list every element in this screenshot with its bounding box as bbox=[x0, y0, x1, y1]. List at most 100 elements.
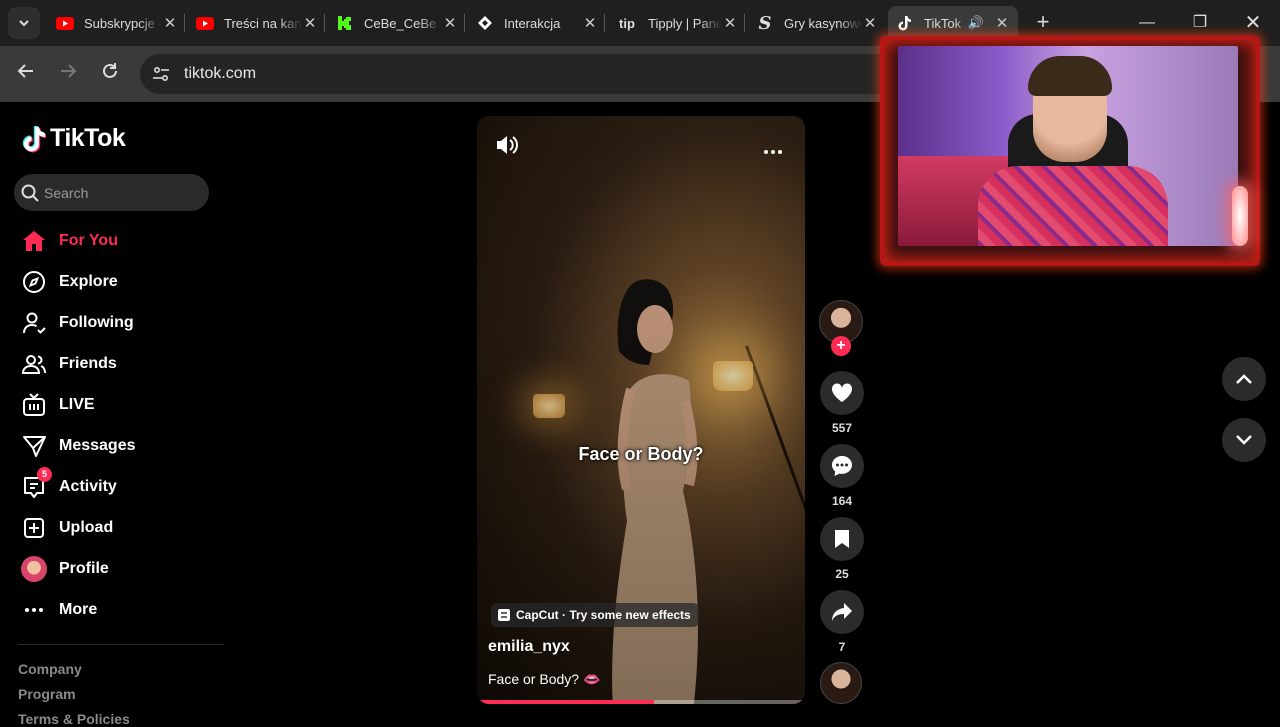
nav-friends[interactable]: Friends bbox=[18, 346, 218, 382]
nav-live[interactable]: LIVE bbox=[18, 387, 218, 423]
tab-interakcja[interactable]: Interakcja ✕ bbox=[468, 6, 606, 40]
follow-button[interactable]: + bbox=[831, 336, 851, 356]
video-progress-bar[interactable] bbox=[477, 700, 805, 704]
tab-tipply[interactable]: tip Tipply | Panel ✕ bbox=[608, 6, 746, 40]
bookmark-icon bbox=[835, 530, 849, 548]
arrow-left-icon bbox=[17, 64, 33, 78]
diamond-icon bbox=[476, 15, 494, 31]
following-icon bbox=[18, 307, 50, 339]
kick-icon bbox=[336, 15, 354, 31]
s-icon: S bbox=[758, 12, 772, 34]
webcam-streamer-hair bbox=[1028, 56, 1112, 96]
activity-badge: 5 bbox=[37, 467, 52, 482]
friends-icon bbox=[18, 348, 50, 380]
address-bar[interactable]: tiktok.com bbox=[140, 54, 900, 94]
video-player[interactable]: Face or Body? CapCut · Try some new effe… bbox=[477, 116, 805, 704]
previous-video-button[interactable] bbox=[1222, 357, 1266, 401]
reload-button[interactable] bbox=[96, 60, 124, 88]
comment-button[interactable] bbox=[820, 444, 864, 488]
close-tab-icon[interactable]: ✕ bbox=[162, 14, 178, 32]
share-action[interactable]: 7 bbox=[820, 590, 864, 654]
nav-label: Explore bbox=[59, 273, 118, 290]
tab-gry-kasynowe[interactable]: S Gry kasynowe ✕ bbox=[748, 6, 886, 40]
nav-activity[interactable]: 5 Activity bbox=[18, 467, 218, 505]
activity-icon: 5 bbox=[18, 467, 52, 503]
nav-for-you[interactable]: For You bbox=[18, 223, 218, 259]
comment-action[interactable]: 164 bbox=[820, 444, 864, 508]
close-tab-icon[interactable]: ✕ bbox=[442, 14, 458, 32]
video-username[interactable]: emilia_nyx bbox=[488, 638, 570, 656]
nav-label: Activity bbox=[59, 478, 117, 495]
share-count: 7 bbox=[838, 640, 846, 654]
back-button[interactable] bbox=[12, 60, 40, 88]
footer-company-link[interactable]: Company bbox=[18, 661, 82, 677]
reload-icon bbox=[103, 63, 117, 78]
sound-disc-avatar[interactable] bbox=[820, 662, 862, 704]
webcam-feed bbox=[898, 46, 1238, 246]
tab-youtube-subscriptions[interactable]: Subskrypcje - YouTube ✕ bbox=[48, 6, 186, 40]
search-input[interactable] bbox=[44, 184, 194, 201]
effect-chip[interactable]: CapCut · Try some new effects bbox=[491, 603, 699, 627]
search-icon bbox=[21, 184, 39, 202]
footer-program-link[interactable]: Program bbox=[18, 686, 76, 702]
tab-title: Interakcja bbox=[504, 15, 561, 31]
tiktok-note-icon bbox=[22, 125, 46, 152]
nav-messages[interactable]: Messages bbox=[18, 428, 218, 464]
restore-button[interactable]: ❐ bbox=[1185, 8, 1215, 38]
youtube-icon bbox=[196, 15, 214, 31]
tab-tiktok[interactable]: TikTok 🔊 ✕ bbox=[888, 6, 1018, 40]
webcam-glow-accent bbox=[1232, 186, 1248, 246]
close-window-button[interactable]: ✕ bbox=[1238, 8, 1268, 38]
nav-label: Messages bbox=[59, 437, 136, 454]
close-tab-icon[interactable]: ✕ bbox=[302, 14, 318, 32]
search-box[interactable] bbox=[14, 174, 209, 211]
bookmark-action[interactable]: 25 bbox=[820, 517, 864, 581]
nav-label: More bbox=[59, 601, 98, 618]
nav-label: Following bbox=[59, 314, 134, 331]
tab-title: Treści na kanale bbox=[224, 15, 302, 31]
webcam-overlay bbox=[880, 36, 1260, 266]
new-tab-button[interactable]: + bbox=[1030, 10, 1056, 36]
webcam-streamer-shirt bbox=[978, 166, 1168, 246]
tab-youtube-content[interactable]: Treści na kanale ✕ bbox=[188, 6, 326, 40]
nav-upload[interactable]: Upload bbox=[18, 510, 218, 546]
tab-kick[interactable]: CeBe_CeBe ✕ bbox=[328, 6, 466, 40]
home-icon bbox=[18, 225, 50, 257]
nav-label: Friends bbox=[59, 355, 117, 372]
like-action[interactable]: 557 bbox=[820, 371, 864, 435]
close-tab-icon[interactable]: ✕ bbox=[862, 14, 878, 32]
volume-button[interactable] bbox=[495, 134, 519, 161]
speaker-icon[interactable]: 🔊 bbox=[968, 15, 984, 31]
video-more-button[interactable] bbox=[763, 142, 783, 160]
minimize-button[interactable]: — bbox=[1132, 8, 1162, 38]
close-tab-icon[interactable]: ✕ bbox=[582, 14, 598, 32]
like-button[interactable] bbox=[820, 371, 864, 415]
tipply-icon: tip bbox=[619, 15, 635, 31]
video-overlay-caption: Face or Body? bbox=[578, 444, 704, 464]
bookmark-count: 25 bbox=[835, 567, 849, 581]
share-button[interactable] bbox=[820, 590, 864, 634]
compass-icon bbox=[18, 266, 50, 298]
live-icon bbox=[18, 389, 50, 421]
nav-more[interactable]: More bbox=[18, 592, 218, 628]
nav-following[interactable]: Following bbox=[18, 305, 218, 341]
speaker-icon bbox=[497, 136, 518, 154]
forward-button[interactable] bbox=[54, 60, 82, 88]
tab-title: Tipply | Panel bbox=[648, 15, 722, 31]
tab-search-button[interactable] bbox=[8, 7, 40, 39]
comment-count: 164 bbox=[831, 494, 853, 508]
close-tab-icon[interactable]: ✕ bbox=[722, 14, 738, 32]
bookmark-button[interactable] bbox=[820, 517, 864, 561]
next-video-button[interactable] bbox=[1222, 418, 1266, 462]
tiktok-logo[interactable]: TikTok bbox=[22, 124, 126, 153]
video-description: Face or Body? 👄 bbox=[488, 671, 601, 687]
site-info-icon[interactable] bbox=[150, 63, 172, 85]
tab-separator bbox=[744, 14, 745, 32]
footer-terms-link[interactable]: Terms & Policies bbox=[18, 711, 130, 727]
close-tab-icon[interactable]: ✕ bbox=[994, 14, 1010, 32]
nav-profile[interactable]: Profile bbox=[18, 551, 218, 587]
tab-title: Gry kasynowe bbox=[784, 15, 862, 31]
sidebar-divider bbox=[18, 644, 224, 645]
nav-label: For You bbox=[59, 232, 118, 249]
nav-explore[interactable]: Explore bbox=[18, 264, 218, 300]
